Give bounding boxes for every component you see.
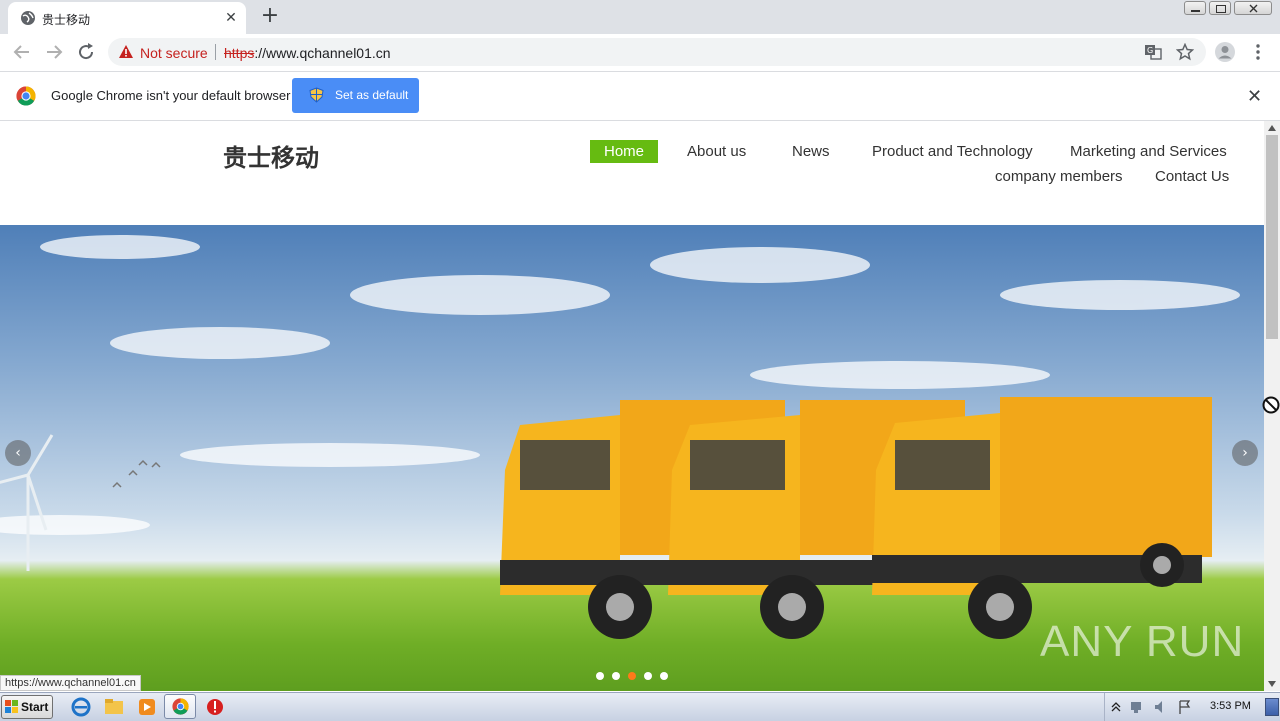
- browser-toolbar: Not secure https://www.qchannel01.cn G: [0, 34, 1280, 72]
- profile-avatar-icon[interactable]: [1214, 41, 1236, 63]
- url-divider: [215, 44, 216, 60]
- globe-icon: [21, 11, 35, 25]
- minimize-button[interactable]: [1184, 1, 1206, 15]
- translate-icon[interactable]: G: [1144, 43, 1162, 61]
- reload-icon[interactable]: [74, 40, 98, 64]
- restore-icon: [1216, 5, 1226, 13]
- bookmark-star-icon[interactable]: [1176, 43, 1194, 61]
- nav-product-and-technology[interactable]: Product and Technology: [872, 143, 1033, 160]
- hero-carousel[interactable]: ‹ › ANY RUN: [0, 225, 1264, 691]
- shield-icon: [309, 87, 324, 103]
- set-as-default-button[interactable]: Set as default: [292, 78, 419, 113]
- chrome-logo-icon: [16, 86, 36, 106]
- carousel-next-button[interactable]: ›: [1232, 440, 1258, 466]
- tab-title: 贵士移动: [42, 13, 91, 27]
- restore-button[interactable]: [1209, 1, 1231, 15]
- nav-company-members[interactable]: company members: [995, 168, 1123, 185]
- url-protocol: https: [224, 45, 255, 61]
- media-player-icon[interactable]: [136, 696, 158, 718]
- tab-close-icon[interactable]: ✕: [222, 9, 240, 27]
- not-allowed-cursor-icon: [1262, 396, 1280, 414]
- file-explorer-icon[interactable]: [103, 696, 125, 718]
- nav-contact-us[interactable]: Contact Us: [1155, 168, 1229, 185]
- chrome-taskbar-button[interactable]: [164, 694, 196, 719]
- carousel-dot-3[interactable]: [628, 672, 636, 680]
- web-page: 贵士移动 Home About us News Product and Tech…: [0, 121, 1264, 691]
- browser-tab[interactable]: 贵士移动 ✕: [8, 2, 246, 34]
- show-desktop-button[interactable]: [1265, 698, 1279, 716]
- carousel-dot-1[interactable]: [596, 672, 604, 680]
- infobar-close-icon[interactable]: ✕: [1247, 86, 1262, 107]
- nav-home[interactable]: Home: [590, 140, 659, 163]
- windows-taskbar: Start 3:53 PM: [0, 692, 1280, 721]
- stop-icon[interactable]: [204, 696, 226, 718]
- nav-marketing-and-services[interactable]: Marketing and Services: [1070, 143, 1227, 160]
- minimize-icon: [1191, 10, 1200, 12]
- carousel-dot-5[interactable]: [660, 672, 668, 680]
- carousel-indicators: [596, 672, 676, 680]
- address-bar[interactable]: Not secure https://www.qchannel01.cn G: [108, 38, 1206, 66]
- warning-icon: [119, 45, 133, 58]
- carousel-dot-2[interactable]: [612, 672, 620, 680]
- carousel-prev-button[interactable]: ‹: [5, 440, 31, 466]
- taskbar-clock[interactable]: 3:53 PM: [1210, 700, 1251, 712]
- url-host: ://www.qchannel01.cn: [254, 45, 391, 61]
- action-center-flag-icon[interactable]: [1177, 699, 1193, 715]
- scroll-down-icon[interactable]: [1268, 681, 1276, 687]
- close-window-button[interactable]: [1234, 1, 1272, 15]
- system-tray: 3:53 PM: [1104, 693, 1280, 721]
- anyrun-watermark: ANY RUN: [1040, 617, 1245, 666]
- more-menu-icon[interactable]: [1250, 43, 1266, 61]
- site-logo[interactable]: 贵士移动: [223, 138, 319, 173]
- svg-text:G: G: [1147, 46, 1153, 55]
- scrollbar-thumb[interactable]: [1266, 135, 1278, 339]
- security-status[interactable]: Not secure: [140, 45, 208, 61]
- windows-logo-icon: [5, 700, 18, 713]
- start-button[interactable]: Start: [1, 695, 53, 719]
- nav-news[interactable]: News: [792, 143, 830, 160]
- new-tab-button[interactable]: +: [258, 5, 282, 29]
- tray-expand-icon[interactable]: [1111, 701, 1121, 713]
- url-text[interactable]: https://www.qchannel01.cn: [224, 45, 391, 61]
- infobar-message: Google Chrome isn't your default browser: [51, 88, 291, 103]
- network-icon[interactable]: [1129, 699, 1145, 715]
- forward-arrow-icon[interactable]: [42, 40, 66, 64]
- close-window-icon: [1249, 4, 1258, 13]
- back-arrow-icon[interactable]: [10, 40, 34, 64]
- start-label: Start: [21, 700, 49, 714]
- volume-icon[interactable]: [1153, 699, 1169, 715]
- carousel-dot-4[interactable]: [644, 672, 652, 680]
- internet-explorer-icon[interactable]: [70, 696, 92, 718]
- set-as-default-label: Set as default: [335, 88, 409, 102]
- chrome-taskbar-icon: [172, 698, 189, 715]
- scroll-up-icon[interactable]: [1268, 125, 1276, 131]
- status-bar-url: https://www.qchannel01.cn: [0, 675, 141, 691]
- default-browser-infobar: Google Chrome isn't your default browser…: [0, 72, 1280, 121]
- nav-about-us[interactable]: About us: [687, 143, 746, 160]
- tab-strip: 贵士移动 ✕ +: [0, 0, 1280, 34]
